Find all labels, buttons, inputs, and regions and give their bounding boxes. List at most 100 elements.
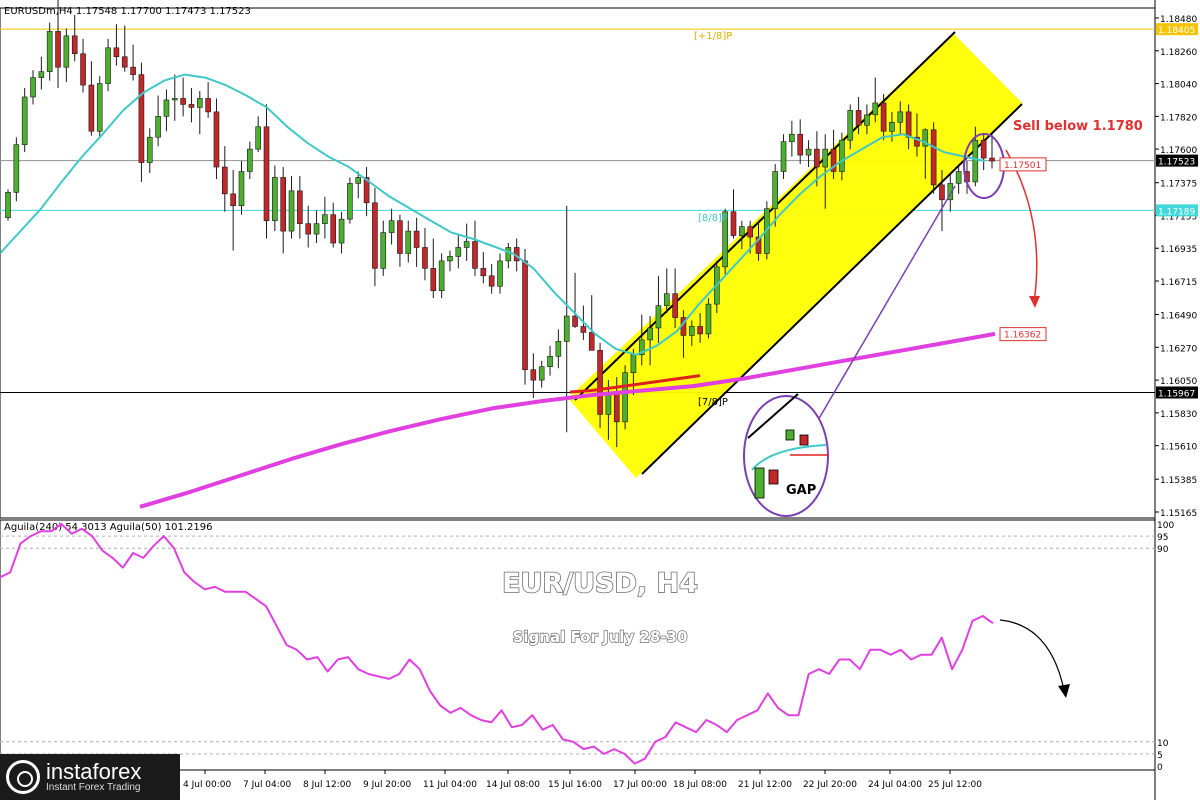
murray-label-top: [+1/8]P [694,31,732,42]
candle-body [46,31,53,72]
candle-body [305,223,312,235]
candle-body [21,96,28,145]
candle-body [130,66,136,75]
candle-body [588,332,595,351]
price-tag-label: 1.17501 [1004,161,1041,171]
oscillator-tick-label: 0 [1157,763,1163,773]
candle-body [939,184,945,201]
time-tick-label: 15 Jul 16:00 [548,780,602,790]
candle-body [430,268,437,292]
gap-label: GAP [786,483,816,498]
candle-body [113,47,120,58]
candle-body [872,102,879,116]
price-tag-label: 1.16362 [1004,331,1041,341]
candle-body [413,230,420,248]
logo-tagline: Instant Forex Trading [46,782,141,794]
candle-body [55,31,61,68]
oscillator-tick-label: 95 [1157,533,1168,543]
candle-body [855,110,862,126]
candle-body [480,268,487,277]
candle-body [739,226,745,236]
candle-body [146,136,153,163]
price-tick-label: 1.17820 [1160,113,1197,123]
candle-body [105,47,111,84]
price-tick-label: 1.16935 [1160,245,1197,255]
candle-body [663,293,670,306]
oscillator-tick-label: 90 [1157,545,1169,555]
candle-body [196,98,203,108]
candle-body [272,177,278,221]
candle-body [213,111,220,168]
candle-body [313,223,320,235]
candle-body [171,98,178,101]
price-tag-axis-label: 1.18405 [1158,26,1195,36]
candle-body [247,148,253,172]
candle-body [822,148,829,168]
candle-body [688,326,695,336]
candle-body [889,122,895,132]
candle-body [672,293,678,318]
candle-body [422,247,428,269]
candle-body [188,104,195,108]
price-tick-label: 1.18260 [1160,48,1197,58]
logo-name: instaforex [46,759,142,785]
candle-body [180,98,186,105]
time-tick-label: 18 Jul 08:00 [673,780,727,790]
time-tick-label: 22 Jul 20:00 [803,780,857,790]
candle-body [613,391,620,423]
candle-body [355,177,362,184]
murray-label-low: [7/8]P [698,397,728,408]
candle-body [538,366,545,381]
price-tick-label: 1.16490 [1160,312,1197,322]
price-tick-label: 1.15610 [1160,443,1197,453]
candle-body [839,139,845,172]
candle-body [697,326,703,335]
candle-body [13,144,20,193]
oscillator-tick-label: 100 [1157,521,1174,531]
candle-body [563,315,570,342]
price-tick-label: 1.16270 [1160,344,1197,354]
candle-body [780,141,787,172]
candle-body [347,183,353,220]
candle-body [96,83,103,132]
candle-body [747,226,753,238]
candle-body [38,71,45,78]
price-tick-label: 1.15385 [1160,476,1197,486]
candle-body [772,171,778,210]
time-tick-label: 4 Jul 00:00 [183,780,232,790]
candle-body [438,260,445,292]
murray-label-mid: [8/8]P [698,213,728,224]
candle-body [405,230,412,254]
candle-body [163,99,170,117]
candle-body [730,211,737,236]
candle-body [463,241,470,248]
candle-body [138,74,145,163]
candle-body [505,247,512,262]
chart-canvas[interactable]: GAP Sell below 1.1780 [+1/8]P [8/8]P [7/8]P E… [0,0,1200,800]
overlay-subtitle: Signal For July 28-30 [513,628,688,646]
instaforex-logo-icon [6,760,40,794]
candle-body [63,35,70,68]
candle-body [580,326,587,333]
price-tag-axis-label: 1.17189 [1158,207,1195,217]
candle-body [647,327,653,341]
candle-body [897,111,904,123]
candle-body [705,303,712,335]
price-tick-label: 1.15165 [1160,509,1197,519]
candle-body [388,220,395,233]
candle-body [989,157,995,162]
candle-body [805,148,812,156]
candle-body [88,84,95,132]
candle-body [789,133,795,142]
chart-window: GAP Sell below 1.1780 [+1/8]P [8/8]P [7/8]P E… [0,0,1200,800]
candle-body [655,305,662,329]
candle-body [547,355,553,368]
candle-body [397,220,403,254]
candle-body [847,110,854,141]
candle-body [597,350,603,415]
candle-body [497,260,503,287]
candle-body [980,139,987,159]
price-tick-label: 1.16050 [1160,377,1197,387]
candle-body [238,171,245,207]
candle-body [297,190,303,224]
